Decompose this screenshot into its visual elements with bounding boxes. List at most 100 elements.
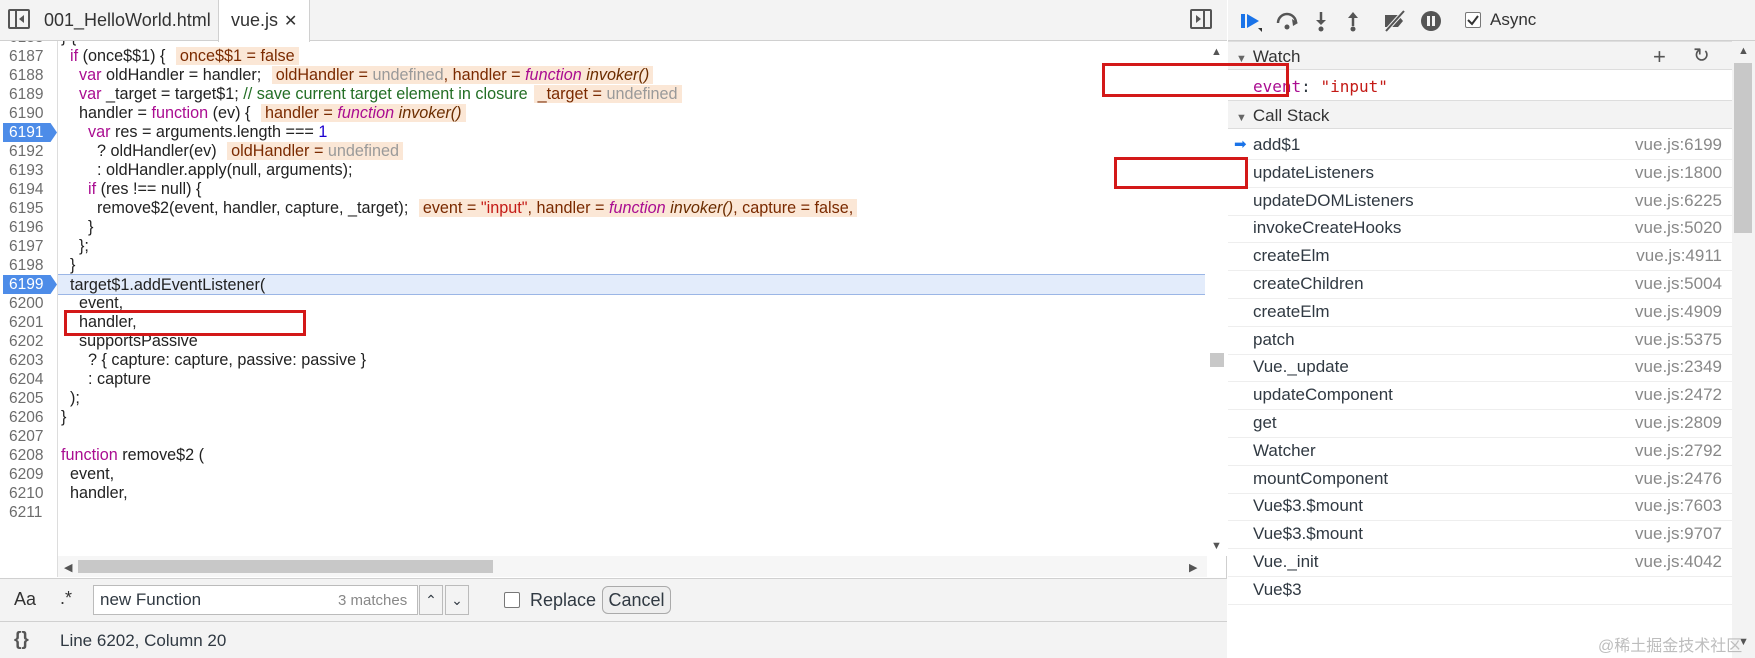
regex-toggle[interactable]: .* <box>60 588 72 609</box>
code-line: event, <box>61 465 115 483</box>
scroll-up-icon[interactable]: ▲ <box>1211 46 1222 58</box>
call-stack-frame[interactable]: Vue$3.$mount vue.js:9707 <box>1228 518 1738 550</box>
call-stack-frame[interactable]: invokeCreateHooks vue.js:5020 <box>1228 212 1738 244</box>
frame-location: vue.js:4042 <box>1635 552 1722 571</box>
line-number[interactable]: 6188 <box>0 65 58 86</box>
call-stack-frame[interactable]: Vue$3 <box>1228 574 1738 605</box>
line-number[interactable]: 6189 <box>0 84 58 105</box>
inline-value-badge: oldHandler = undefined <box>227 142 404 160</box>
inline-value-part: oldHandler = <box>275 66 373 84</box>
resume-icon[interactable] <box>1238 9 1264 33</box>
watch-section-header[interactable]: ▼ Watch + ↻ <box>1228 41 1738 70</box>
line-number[interactable]: 6196 <box>0 217 58 238</box>
frame-function-name: get <box>1253 413 1277 432</box>
call-stack-frame[interactable]: Vue._update vue.js:2349 <box>1228 351 1738 383</box>
line-number[interactable]: 6190 <box>0 103 58 124</box>
line-number[interactable]: 6204 <box>0 369 58 390</box>
deactivate-breakpoints-icon[interactable] <box>1382 9 1408 33</box>
line-number[interactable]: 6198 <box>0 255 58 276</box>
call-stack-frame[interactable]: Vue._init vue.js:4042 <box>1228 546 1738 577</box>
call-stack-section-header[interactable]: ▼ Call Stack <box>1228 100 1738 129</box>
line-number[interactable]: 6203 <box>0 350 58 371</box>
next-match-button[interactable]: ⌄ <box>445 585 469 615</box>
call-stack-title: Call Stack <box>1252 106 1330 125</box>
scroll-right-icon[interactable]: ▶ <box>1189 561 1197 574</box>
watermark: @稀土掘金技术社区 <box>1598 638 1743 655</box>
search-bar: Aa .* new Function 3 matches ⌃ ⌄ Replace… <box>0 578 1227 621</box>
pause-on-exceptions-icon[interactable] <box>1418 9 1444 33</box>
frame-location: vue.js:2472 <box>1635 385 1722 405</box>
code-line: } <box>61 256 76 274</box>
line-number[interactable]: 6187 <box>0 46 58 67</box>
line-number-text: 6200 <box>9 295 44 312</box>
replace-checkbox[interactable] <box>504 592 520 608</box>
call-stack-frame[interactable]: createElm vue.js:4911 <box>1228 240 1738 272</box>
call-stack-frame[interactable]: mountComponent vue.js:2476 <box>1228 463 1738 494</box>
line-number[interactable]: 6211 <box>0 502 58 523</box>
call-stack-frame[interactable]: Vue$3.$mount vue.js:7603 <box>1228 490 1738 522</box>
line-number[interactable]: 6210 <box>0 483 58 504</box>
line-number[interactable]: 6191 <box>0 122 58 143</box>
line-gutter[interactable]: 6188618761886189619061916192619361946195… <box>0 41 58 577</box>
inline-value-part: function <box>337 104 395 122</box>
vertical-scroll-thumb[interactable] <box>1210 353 1224 367</box>
match-case-toggle[interactable]: Aa <box>14 589 36 610</box>
call-stack-frame[interactable]: createElm vue.js:4909 <box>1228 296 1738 327</box>
line-number-text: 6192 <box>9 143 44 160</box>
line-number[interactable]: 6199 <box>0 274 58 295</box>
line-number[interactable]: 6202 <box>0 331 58 352</box>
code-editor[interactable]: 6188618761886189619061916192619361946195… <box>0 41 1227 577</box>
call-stack-frame[interactable]: updateComponent vue.js:2472 <box>1228 379 1738 411</box>
cancel-button[interactable]: Cancel <box>602 586 671 614</box>
line-number-text: 6189 <box>9 86 44 103</box>
call-stack-frame[interactable]: patch vue.js:5375 <box>1228 324 1738 355</box>
line-number[interactable]: 6208 <box>0 445 58 466</box>
step-out-icon[interactable] <box>1340 9 1366 33</box>
frame-location: vue.js:5020 <box>1635 218 1722 238</box>
line-number[interactable]: 6201 <box>0 312 58 333</box>
refresh-icon[interactable]: ↻ <box>1693 42 1710 71</box>
line-number[interactable]: 6206 <box>0 407 58 428</box>
scroll-up-icon[interactable]: ▲ <box>1738 45 1749 57</box>
collapse-triangle-icon: ▼ <box>1236 112 1247 124</box>
line-number[interactable]: 6207 <box>0 426 58 447</box>
call-stack-frame[interactable]: updateListeners vue.js:1800 <box>1228 157 1738 188</box>
step-over-icon[interactable] <box>1274 9 1300 33</box>
add-watch-icon[interactable]: + <box>1653 42 1666 71</box>
horizontal-scroll-thumb[interactable] <box>78 560 493 573</box>
keyword: var <box>79 85 102 103</box>
line-number-text: 6190 <box>9 105 44 122</box>
toggle-debugger-icon[interactable] <box>1190 9 1212 29</box>
pretty-print-icon[interactable]: {} <box>14 629 29 651</box>
line-number[interactable]: 6200 <box>0 293 58 314</box>
line-number[interactable]: 6192 <box>0 141 58 162</box>
tab-001-helloworld[interactable]: 001_HelloWorld.html <box>32 0 223 41</box>
line-number-text: 6191 <box>9 124 44 141</box>
frame-function-name: add$1 <box>1253 135 1301 154</box>
keyword: if <box>70 47 79 65</box>
scroll-down-icon[interactable]: ▼ <box>1211 540 1222 552</box>
call-stack-frame[interactable]: createChildren vue.js:5004 <box>1228 268 1738 299</box>
tab-label: 001_HelloWorld.html <box>44 10 211 30</box>
call-stack-frame[interactable]: updateDOMListeners vue.js:6225 <box>1228 185 1738 216</box>
vertical-scrollbar[interactable] <box>1207 41 1227 556</box>
toggle-navigator-icon[interactable] <box>8 9 30 29</box>
line-number[interactable]: 6195 <box>0 198 58 219</box>
code-line: if (once$$1) { once$$1 = false <box>61 46 299 67</box>
line-number[interactable]: 6205 <box>0 388 58 409</box>
previous-match-button[interactable]: ⌃ <box>419 585 443 615</box>
line-number-text: 6196 <box>9 219 44 236</box>
line-number[interactable]: 6193 <box>0 160 58 181</box>
step-into-icon[interactable] <box>1308 9 1334 33</box>
sidebar-scroll-thumb[interactable] <box>1734 63 1752 233</box>
call-stack-frame[interactable]: ➡ add$1 vue.js:6199 <box>1228 129 1738 160</box>
call-stack-frame[interactable]: get vue.js:2809 <box>1228 407 1738 438</box>
scroll-left-icon[interactable]: ◀ <box>64 561 72 574</box>
line-number[interactable]: 6197 <box>0 236 58 257</box>
close-icon[interactable]: ✕ <box>284 13 297 30</box>
line-number[interactable]: 6194 <box>0 179 58 200</box>
line-number[interactable]: 6209 <box>0 464 58 485</box>
call-stack-frame[interactable]: Watcher vue.js:2792 <box>1228 435 1738 466</box>
tab-vue-js[interactable]: vue.js ✕ <box>218 0 311 42</box>
async-checkbox[interactable] <box>1465 12 1481 28</box>
